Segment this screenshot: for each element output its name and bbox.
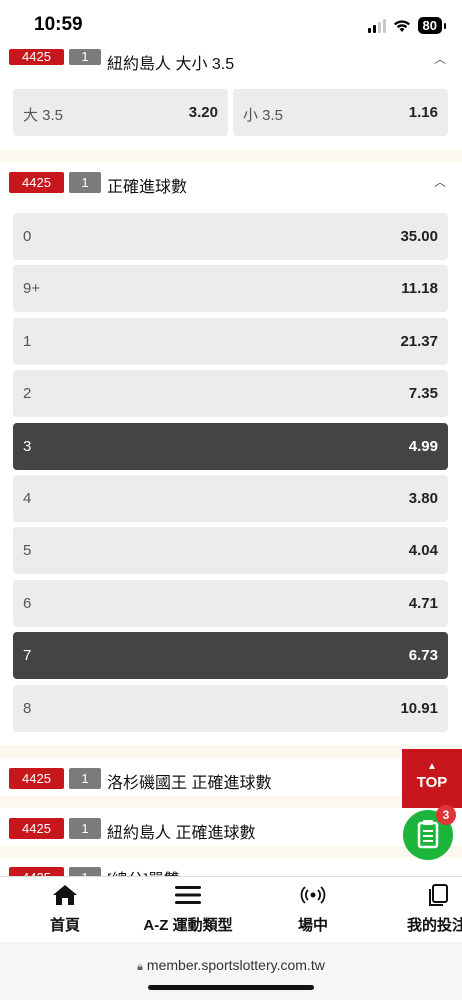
option-label: 4 xyxy=(23,490,32,507)
option-label: 7 xyxy=(23,647,32,664)
event-code-badge: 4425 xyxy=(9,49,64,65)
option-label: 5 xyxy=(23,542,32,559)
option-odds: 10.91 xyxy=(400,700,438,717)
scroll-top-label: TOP xyxy=(416,774,448,791)
url-display: 🔒︎ member.sportslottery.com.tw xyxy=(0,957,462,974)
option-label: 6 xyxy=(23,595,32,612)
nav-home[interactable]: 首頁 xyxy=(40,883,90,935)
option-odds: 1.16 xyxy=(408,104,438,121)
option-odds: 4.04 xyxy=(408,542,438,559)
option-odds: 3.20 xyxy=(188,104,218,121)
odds-option-row[interactable]: 9+ 11.18 xyxy=(13,265,448,312)
period-badge: 1 xyxy=(69,49,101,65)
option-label: 9+ xyxy=(23,280,41,297)
signal-icon xyxy=(367,18,386,33)
nav-my-bets[interactable]: 我的投注 xyxy=(404,883,462,935)
market-header-collapsed[interactable]: 4425 1 紐約島人 正確進球數 xyxy=(0,808,462,846)
home-icon xyxy=(53,885,77,905)
scroll-top-button[interactable]: ▲ TOP xyxy=(402,749,462,808)
period-badge: 1 xyxy=(69,172,101,193)
odds-option-over[interactable]: 大 3.5 3.20 xyxy=(13,89,228,136)
market-title: 紐約島人 正確進球數 xyxy=(107,825,256,842)
option-label: 3 xyxy=(23,438,32,455)
option-label: 大 3.5 xyxy=(23,107,64,124)
option-odds: 4.99 xyxy=(408,438,438,455)
odds-option-under[interactable]: 小 3.5 1.16 xyxy=(233,89,448,136)
bet-slip-count-badge: 3 xyxy=(436,805,456,825)
status-icons: 80 xyxy=(367,17,447,34)
option-odds: 3.80 xyxy=(408,490,438,507)
odds-option-row[interactable]: 7 6.73 xyxy=(13,632,448,679)
odds-option-row[interactable]: 2 7.35 xyxy=(13,370,448,417)
odds-option-row[interactable]: 5 4.04 xyxy=(13,527,448,574)
bottom-nav: 首頁 A-Z 運動類型 場中 我的投注 xyxy=(0,876,462,942)
over-under-options: 大 3.5 3.20 小 3.5 1.16 xyxy=(0,74,462,150)
market-header-collapsed[interactable]: 4425 1 洛杉磯國王 正確進球數 xyxy=(0,758,462,796)
market-title: 紐約島人 大小 3.5 xyxy=(107,56,235,73)
copy-documents-icon xyxy=(429,884,448,906)
odds-option-row[interactable]: 8 10.91 xyxy=(13,685,448,732)
nav-home-label: 首頁 xyxy=(49,917,80,934)
nav-my-bets-label: 我的投注 xyxy=(407,917,462,934)
option-odds: 4.71 xyxy=(408,595,438,612)
market-title: [總分]單雙 xyxy=(107,866,180,876)
option-odds: 21.37 xyxy=(400,333,438,350)
odds-option-row[interactable]: 3 4.99 xyxy=(13,423,448,470)
market-title: 正確進球數 xyxy=(107,179,188,196)
option-label: 小 3.5 xyxy=(243,107,284,124)
event-code-badge: 4425 xyxy=(9,818,64,839)
event-code-badge: 4425 xyxy=(9,867,64,876)
lock-icon: 🔒︎ xyxy=(137,961,144,973)
option-label: 0 xyxy=(23,228,32,245)
odds-option-row[interactable]: 6 4.71 xyxy=(13,580,448,627)
url-text: member.sportslottery.com.tw xyxy=(146,957,325,973)
period-badge: 1 xyxy=(69,818,101,839)
odds-option-row[interactable]: 4 3.80 xyxy=(13,475,448,522)
odds-option-row[interactable]: 0 35.00 xyxy=(13,213,448,260)
browser-url-bar[interactable]: 🔒︎ member.sportslottery.com.tw xyxy=(0,942,462,1000)
option-label: 8 xyxy=(23,700,32,717)
period-badge: 1 xyxy=(69,867,101,876)
live-broadcast-icon xyxy=(300,886,326,904)
period-badge: 1 xyxy=(69,768,101,789)
wifi-icon xyxy=(393,19,410,32)
market-header-collapsed[interactable]: 4425 1 [總分]單雙 xyxy=(0,858,462,876)
chevron-up-icon[interactable]: ︿ xyxy=(434,50,446,67)
nav-live[interactable]: 場中 xyxy=(288,883,338,935)
nav-az-label: A-Z 運動類型 xyxy=(143,917,233,934)
option-odds: 11.18 xyxy=(401,280,438,297)
battery-icon: 80 xyxy=(417,17,447,34)
option-odds: 6.73 xyxy=(408,647,438,664)
caret-up-icon: ▲ xyxy=(427,761,437,772)
option-label: 2 xyxy=(23,385,32,402)
nav-live-label: 場中 xyxy=(297,917,328,934)
nav-az-sports[interactable]: A-Z 運動類型 xyxy=(136,883,240,935)
market-title: 洛杉磯國王 正確進球數 xyxy=(107,775,272,792)
option-odds: 35.00 xyxy=(400,228,438,245)
option-label: 1 xyxy=(23,333,32,350)
chevron-up-icon[interactable]: ︿ xyxy=(434,173,446,190)
market-header-over-under[interactable]: 4425 1 紐約島人 大小 3.5 ︿ xyxy=(0,42,462,74)
home-indicator xyxy=(148,985,314,990)
odds-option-row[interactable]: 1 21.37 xyxy=(13,318,448,365)
market-header-correct-score[interactable]: 4425 1 正確進球數 ︿ xyxy=(0,162,462,200)
event-code-badge: 4425 xyxy=(9,768,64,789)
status-time: 10:59 xyxy=(34,14,83,35)
menu-icon xyxy=(175,886,201,904)
option-odds: 7.35 xyxy=(408,385,438,402)
event-code-badge: 4425 xyxy=(9,172,64,193)
